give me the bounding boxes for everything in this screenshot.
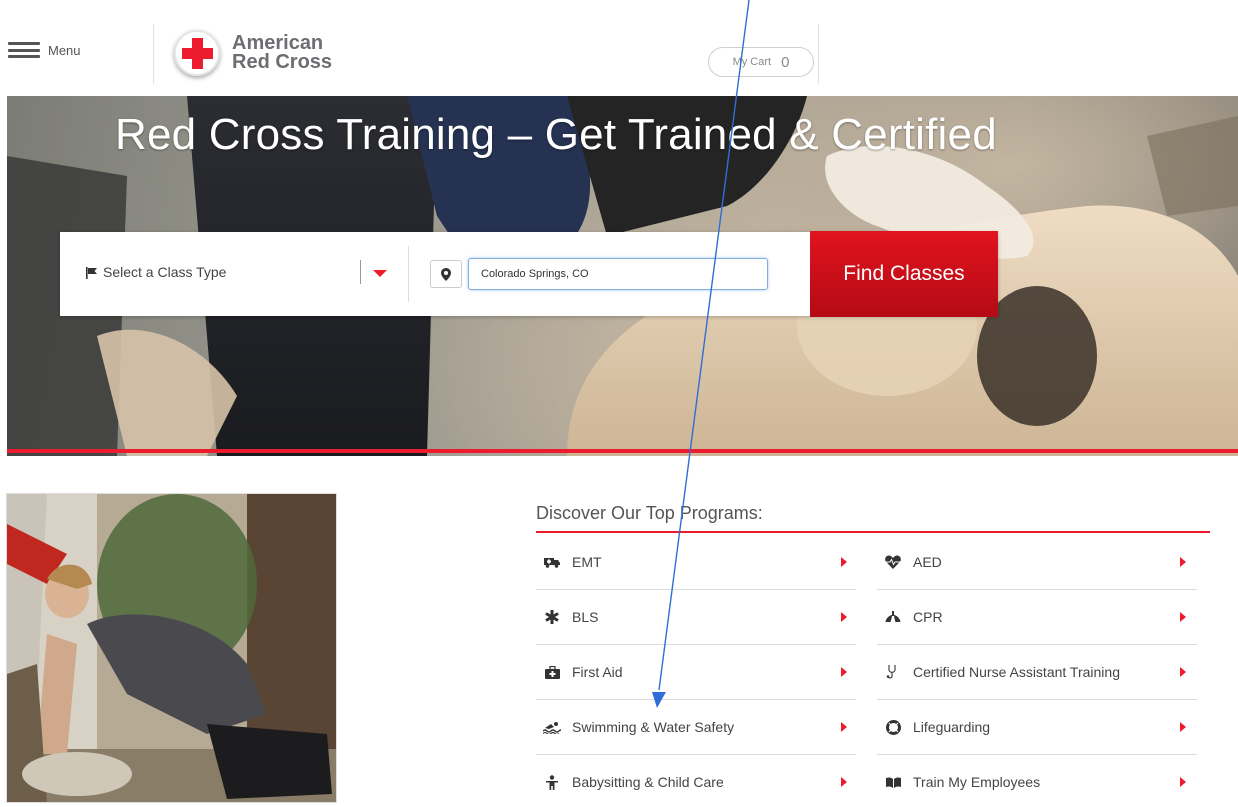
program-label: Babysitting & Child Care [572, 774, 724, 790]
program-item-aed[interactable]: AED [877, 535, 1197, 589]
chevron-right-icon [841, 557, 847, 567]
hero-red-rule [7, 449, 1238, 453]
header-divider [153, 24, 154, 84]
program-item-babysitting[interactable]: Babysitting & Child Care [536, 755, 856, 807]
site-header: Menu American Red Cross My Cart 0 [0, 0, 1238, 96]
class-search-panel: Select a Class Type Find Classes [60, 231, 998, 317]
star-of-life-icon [542, 607, 562, 627]
flag-icon [86, 267, 97, 279]
menu-button[interactable]: Menu [8, 42, 81, 58]
life-ring-icon [883, 717, 903, 737]
heartbeat-icon [883, 552, 903, 572]
programs-red-rule [536, 531, 1210, 533]
program-item-cna-training[interactable]: Certified Nurse Assistant Training [877, 645, 1197, 699]
class-type-select[interactable]: Select a Class Type [60, 232, 400, 316]
program-item-cpr[interactable]: CPR [877, 590, 1197, 644]
program-label: Lifeguarding [913, 719, 991, 735]
program-label: CPR [913, 609, 943, 625]
hamburger-icon [8, 42, 40, 58]
swimmer-icon [542, 717, 562, 737]
my-cart-button[interactable]: My Cart 0 [708, 47, 814, 77]
chevron-right-icon [841, 722, 847, 732]
chevron-right-icon [1180, 722, 1186, 732]
program-item-emt[interactable]: EMT [536, 535, 856, 589]
caret-down-icon[interactable] [373, 270, 387, 277]
cart-label: My Cart [732, 56, 772, 68]
chevron-right-icon [1180, 667, 1186, 677]
location-pin-icon [430, 260, 462, 288]
programs-heading: Discover Our Top Programs: [536, 503, 763, 523]
cpr-lungs-icon [883, 607, 903, 627]
logo-text: American Red Cross [232, 33, 333, 73]
logo-line-2: Red Cross [232, 51, 333, 73]
hero-banner: Red Cross Training – Get Trained & Certi… [7, 96, 1238, 456]
ambulance-icon [542, 552, 562, 572]
chevron-right-icon [841, 667, 847, 677]
header-divider [818, 24, 819, 84]
chevron-right-icon [1180, 557, 1186, 567]
panel-divider [408, 246, 409, 302]
chevron-right-icon [841, 777, 847, 787]
program-item-lifeguarding[interactable]: Lifeguarding [877, 700, 1197, 754]
chevron-right-icon [1180, 777, 1186, 787]
chevron-right-icon [1180, 612, 1186, 622]
class-type-label: Select a Class Type [103, 264, 227, 280]
find-classes-button[interactable]: Find Classes [810, 231, 998, 317]
program-item-train-employees[interactable]: Train My Employees [877, 755, 1197, 807]
child-icon [542, 772, 562, 792]
red-cross-icon [174, 30, 220, 76]
chevron-right-icon [841, 612, 847, 622]
menu-label: Menu [48, 42, 81, 58]
program-label: EMT [572, 554, 602, 570]
program-label: BLS [572, 609, 599, 625]
cart-count: 0 [781, 53, 790, 71]
cpr-training-photo [6, 493, 337, 803]
program-label: Certified Nurse Assistant Training [913, 664, 1120, 680]
program-label: Swimming & Water Safety [572, 719, 735, 735]
program-item-swimming[interactable]: Swimming & Water Safety [536, 700, 856, 754]
book-icon [883, 772, 903, 792]
select-separator [360, 260, 361, 284]
american-red-cross-logo[interactable]: American Red Cross [174, 30, 332, 76]
program-item-bls[interactable]: BLS [536, 590, 856, 644]
program-item-first-aid[interactable]: First Aid [536, 645, 856, 699]
program-label: AED [913, 554, 942, 570]
stethoscope-icon [883, 662, 903, 682]
hero-title: Red Cross Training – Get Trained & Certi… [115, 110, 997, 159]
program-label: Train My Employees [913, 774, 1041, 790]
program-label: First Aid [572, 664, 623, 680]
location-input[interactable] [468, 258, 768, 290]
first-aid-kit-icon [542, 662, 562, 682]
